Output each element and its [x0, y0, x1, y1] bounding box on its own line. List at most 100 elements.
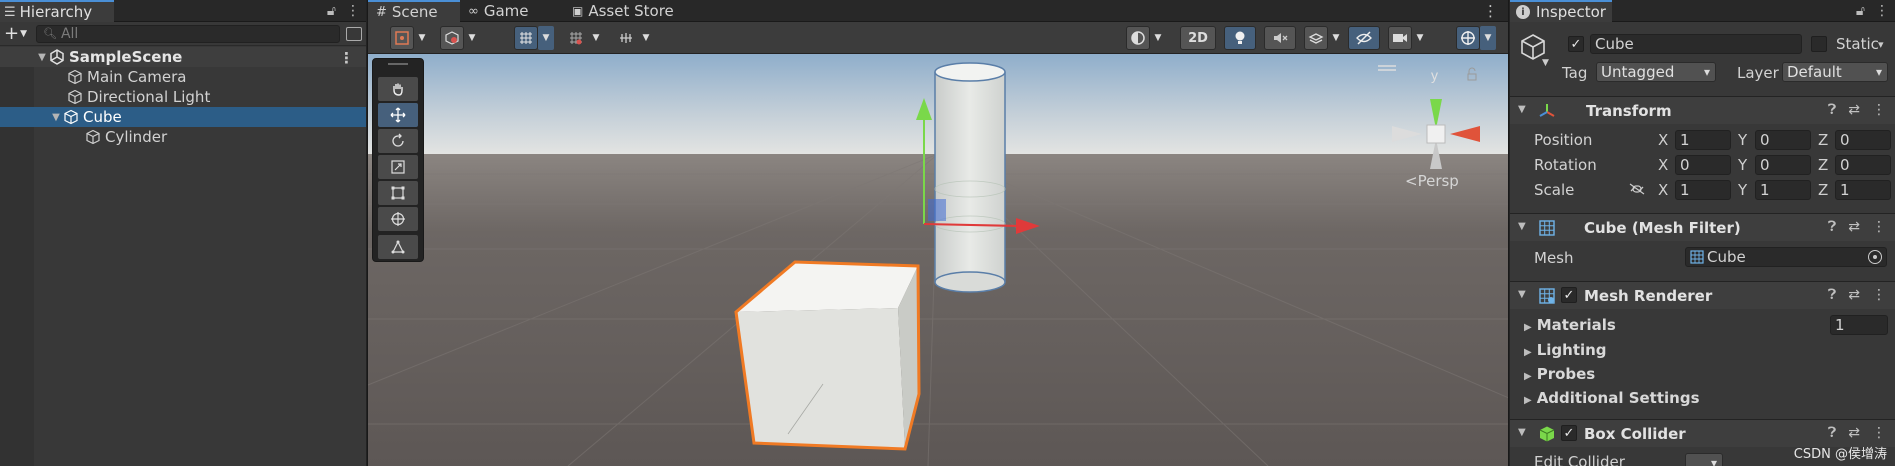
preset-icon[interactable]: ⇄	[1848, 425, 1860, 441]
lock-icon[interactable]: 🔓︎	[327, 3, 336, 19]
gizmos-toggle-button[interactable]	[1456, 26, 1480, 50]
transform-component-header[interactable]: ▼ Transform ❓︎ ⇄ ⋮	[1510, 96, 1895, 124]
kebab-menu-icon[interactable]: ⋮	[339, 49, 354, 67]
list-item[interactable]: Directional Light	[0, 87, 366, 107]
scale-z-field[interactable]: 1	[1835, 180, 1891, 200]
audio-toggle-button[interactable]	[1264, 26, 1296, 50]
position-y-field[interactable]: 0	[1755, 130, 1811, 150]
scale-x-field[interactable]: 1	[1675, 180, 1731, 200]
kebab-menu-icon[interactable]: ⋮	[1875, 3, 1889, 19]
tab-scene[interactable]: # Scene	[368, 0, 460, 22]
mesh-filter-component-header[interactable]: ▼ Cube (Mesh Filter) ❓︎ ⇄ ⋮	[1510, 213, 1895, 241]
scene-viewport[interactable]: y <Persp	[368, 54, 1508, 466]
box-collider-enabled-checkbox[interactable]: ✓	[1561, 425, 1577, 441]
position-x-field[interactable]: 1	[1675, 130, 1731, 150]
2d-toggle-button[interactable]: 2D	[1180, 26, 1216, 50]
drag-handle[interactable]	[388, 63, 408, 65]
tag-dropdown[interactable]: Untagged	[1596, 62, 1716, 82]
chevron-down-icon[interactable]: ▼	[1328, 26, 1344, 50]
kebab-menu-icon[interactable]: ⋮	[1872, 287, 1886, 303]
fold-arrow-icon[interactable]: ▶	[1524, 322, 1532, 333]
static-checkbox[interactable]	[1811, 36, 1827, 52]
pivot-button[interactable]	[440, 26, 464, 50]
chevron-down-icon[interactable]: ▾	[1878, 38, 1884, 51]
preset-icon[interactable]: ⇄	[1848, 219, 1860, 235]
transform-tool-button[interactable]	[378, 207, 418, 231]
materials-foldout[interactable]: ▶ Materials	[1524, 316, 1616, 334]
fold-arrow-icon[interactable]: ▼	[1518, 289, 1526, 300]
additional-settings-foldout[interactable]: ▶ Additional Settings	[1524, 389, 1700, 407]
preset-icon[interactable]: ⇄	[1848, 287, 1860, 303]
grid-snap-button[interactable]	[514, 26, 538, 50]
move-tool-button[interactable]	[378, 103, 418, 127]
chevron-down-icon[interactable]: ▼	[588, 26, 604, 50]
increment-snap-button[interactable]	[564, 26, 588, 50]
hand-tool-button[interactable]	[378, 77, 418, 101]
constrain-proportions-icon[interactable]	[1628, 181, 1646, 197]
chevron-down-icon[interactable]: ▼	[1480, 26, 1496, 50]
kebab-menu-icon[interactable]: ⋮	[1872, 102, 1886, 118]
draw-mode-button[interactable]	[390, 26, 414, 50]
align-button[interactable]	[614, 26, 638, 50]
rotation-y-field[interactable]: 0	[1755, 155, 1811, 175]
shading-mode-button[interactable]	[1126, 26, 1150, 50]
help-icon[interactable]: ❓︎	[1828, 425, 1836, 441]
kebab-menu-icon[interactable]: ⋮	[346, 3, 360, 19]
chevron-down-icon[interactable]: ▼	[1542, 58, 1549, 68]
object-name-field[interactable]: Cube	[1590, 34, 1802, 54]
fold-arrow-icon[interactable]: ▼	[1518, 104, 1526, 115]
kebab-menu-icon[interactable]: ⋮	[1872, 219, 1886, 235]
materials-count-field[interactable]: 1	[1830, 315, 1888, 335]
list-item[interactable]: ▼ SampleScene ⋮	[0, 47, 366, 67]
rect-tool-button[interactable]	[378, 181, 418, 205]
camera-settings-button[interactable]	[1388, 26, 1412, 50]
list-item[interactable]: Cylinder	[0, 127, 366, 147]
kebab-menu-icon[interactable]: ⋮	[1872, 425, 1886, 441]
tab-asset-store[interactable]: ▣ Asset Store	[564, 0, 682, 22]
object-picker-icon[interactable]	[1868, 250, 1882, 264]
expand-arrow-icon[interactable]: ▼	[50, 112, 62, 123]
scene-render[interactable]: y	[368, 54, 1508, 466]
rotation-z-field[interactable]: 0	[1835, 155, 1891, 175]
add-button[interactable]: + ▼	[4, 23, 30, 44]
fold-arrow-icon[interactable]: ▶	[1524, 395, 1532, 406]
chevron-down-icon[interactable]: ▼	[1412, 26, 1428, 50]
list-item-selected[interactable]: ▼ Cube	[0, 107, 366, 127]
list-item[interactable]: Main Camera	[0, 67, 366, 87]
chevron-down-icon[interactable]: ▼	[464, 26, 480, 50]
chevron-down-icon[interactable]: ▼	[414, 26, 430, 50]
help-icon[interactable]: ❓︎	[1828, 102, 1836, 118]
chevron-down-icon[interactable]: ▼	[1150, 26, 1166, 50]
position-z-field[interactable]: 0	[1835, 130, 1891, 150]
lighting-foldout[interactable]: ▶ Lighting	[1524, 341, 1607, 359]
mesh-object-field[interactable]: Cube	[1685, 247, 1887, 267]
kebab-menu-icon[interactable]: ⋮	[1483, 2, 1498, 20]
probes-foldout[interactable]: ▶ Probes	[1524, 365, 1595, 383]
scale-tool-button[interactable]	[378, 155, 418, 179]
mesh-renderer-enabled-checkbox[interactable]: ✓	[1561, 287, 1577, 303]
fold-arrow-icon[interactable]: ▼	[1518, 221, 1526, 232]
fold-arrow-icon[interactable]: ▶	[1524, 347, 1532, 358]
tab-game[interactable]: ∞ Game	[460, 0, 537, 22]
preset-icon[interactable]: ⇄	[1848, 102, 1860, 118]
rotation-x-field[interactable]: 0	[1675, 155, 1731, 175]
cylinder-object[interactable]	[934, 62, 1006, 293]
layer-dropdown[interactable]: Default	[1782, 62, 1888, 82]
expand-arrow-icon[interactable]: ▼	[36, 52, 48, 63]
chevron-down-icon[interactable]: ▼	[638, 26, 654, 50]
chevron-down-icon[interactable]: ▼	[538, 26, 554, 50]
lighting-toggle-button[interactable]	[1224, 26, 1256, 50]
fold-arrow-icon[interactable]: ▼	[1518, 427, 1526, 438]
help-icon[interactable]: ❓︎	[1828, 219, 1836, 235]
cube-object[interactable]	[734, 260, 921, 451]
help-icon[interactable]: ❓︎	[1828, 287, 1836, 303]
rotate-tool-button[interactable]	[378, 129, 418, 153]
scale-y-field[interactable]: 1	[1755, 180, 1811, 200]
search-input[interactable]: 🔍︎ All	[36, 24, 340, 43]
edit-collider-button[interactable]	[1685, 453, 1723, 466]
custom-tool-button[interactable]	[378, 235, 418, 259]
tab-hierarchy[interactable]: ☰ Hierarchy	[0, 0, 114, 22]
lock-icon[interactable]: 🔓︎	[1856, 3, 1865, 19]
hidden-objects-toggle-button[interactable]	[1348, 26, 1380, 50]
effects-button[interactable]	[1304, 26, 1328, 50]
